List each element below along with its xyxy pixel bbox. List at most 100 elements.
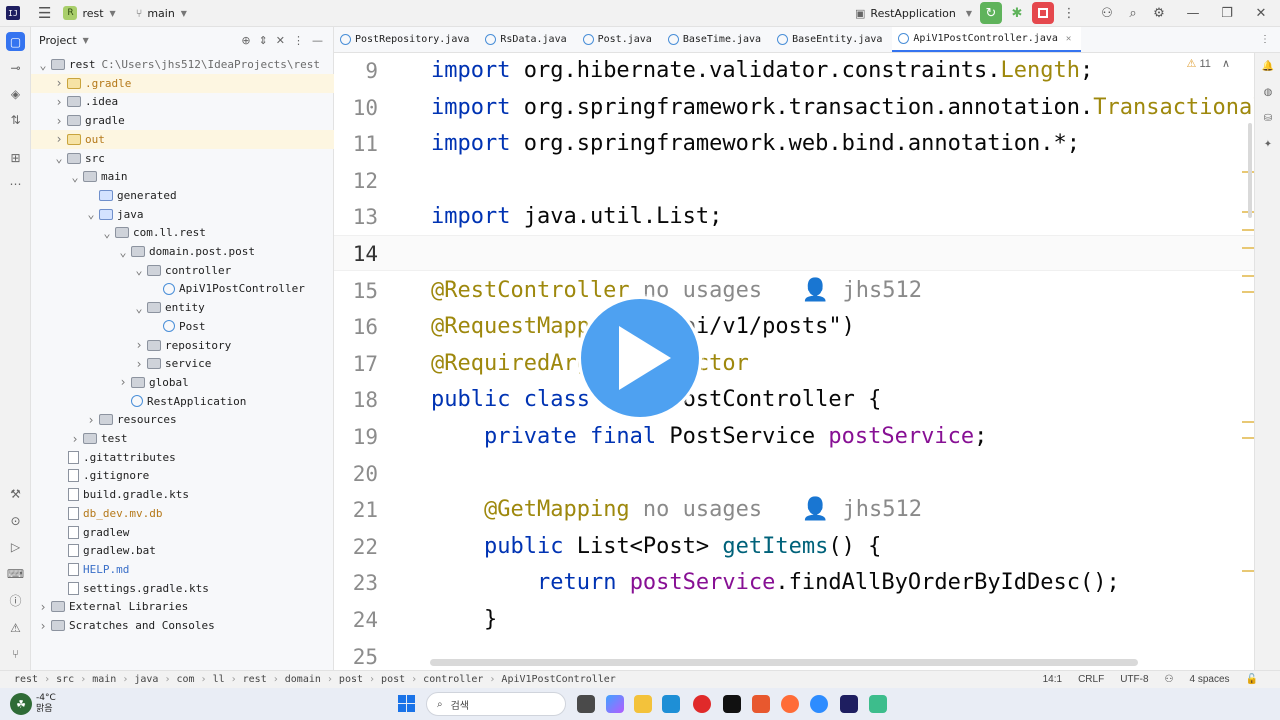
- tree-item[interactable]: › gradle: [31, 111, 334, 130]
- caret-position[interactable]: 14:1: [1043, 674, 1062, 685]
- chevron-down-icon[interactable]: ⌄: [101, 226, 113, 240]
- editor-tab[interactable]: RsData.java: [479, 27, 576, 52]
- git-tool-icon[interactable]: ⑂: [6, 644, 25, 663]
- tree-item[interactable]: build.gradle.kts: [31, 485, 334, 504]
- inspection-widget[interactable]: ⚠ 11 ∧: [1187, 57, 1230, 70]
- app-logo[interactable]: IJ: [0, 0, 26, 27]
- postman-icon[interactable]: [781, 695, 799, 713]
- pull-requests-tool-icon[interactable]: ⇅: [6, 110, 25, 129]
- office-icon[interactable]: [752, 695, 770, 713]
- chevron-right-icon[interactable]: ›: [53, 76, 65, 90]
- notifications-icon[interactable]: 🔔: [1261, 61, 1275, 75]
- file-explorer-icon[interactable]: [634, 695, 652, 713]
- build-tool-icon[interactable]: ⚒: [6, 484, 25, 503]
- tree-item[interactable]: gradlew.bat: [31, 541, 334, 560]
- tree-item[interactable]: .gitignore: [31, 466, 334, 485]
- chevron-down-icon[interactable]: ⌄: [133, 301, 145, 315]
- options-icon[interactable]: ⋮: [293, 34, 304, 47]
- more-tools-icon[interactable]: ⋯: [6, 174, 25, 193]
- tree-item[interactable]: › External Libraries: [31, 597, 334, 616]
- tree-item[interactable]: ⌄ entity: [31, 298, 334, 317]
- tree-item[interactable]: › Scratches and Consoles: [31, 616, 334, 635]
- tree-item[interactable]: ⌄ domain.post.post: [31, 242, 334, 261]
- tree-item[interactable]: › out: [31, 129, 334, 149]
- tree-item[interactable]: settings.gradle.kts: [31, 579, 334, 598]
- plugins-tool-icon[interactable]: ◈: [6, 84, 25, 103]
- notepad-icon[interactable]: [869, 695, 887, 713]
- ai-status-icon[interactable]: ⚇: [1165, 674, 1174, 685]
- tree-item[interactable]: ⌄ rest C:\Users\jhs512\IdeaProjects\rest: [31, 55, 334, 74]
- run-tool-icon[interactable]: ▷: [6, 537, 25, 556]
- chevron-right-icon[interactable]: ›: [85, 413, 97, 427]
- breadcrumb-item[interactable]: src: [56, 674, 74, 685]
- more-tabs-icon[interactable]: ⋮: [1260, 34, 1270, 45]
- minimize-button[interactable]: —: [1182, 2, 1204, 24]
- file-encoding[interactable]: UTF-8: [1120, 674, 1148, 685]
- breadcrumb-item[interactable]: post: [381, 674, 405, 685]
- search-icon[interactable]: ⌕: [1122, 2, 1144, 24]
- tree-item[interactable]: ⌄ controller: [31, 261, 334, 280]
- main-menu-button[interactable]: ☰: [26, 0, 57, 27]
- vertical-scrollbar[interactable]: [1248, 123, 1252, 218]
- restore-button[interactable]: ❐: [1216, 2, 1238, 24]
- tree-item[interactable]: .gitattributes: [31, 448, 334, 467]
- editor-tab[interactable]: BaseEntity.java: [771, 27, 892, 52]
- breadcrumb-item[interactable]: main: [92, 674, 116, 685]
- intellij-taskbar-icon[interactable]: [840, 695, 858, 713]
- breadcrumb-item[interactable]: ApiV1PostController: [501, 674, 615, 685]
- tree-item[interactable]: › global: [31, 373, 334, 392]
- tree-item[interactable]: › test: [31, 429, 334, 448]
- chevron-right-icon[interactable]: ›: [53, 132, 65, 146]
- tree-item[interactable]: RestApplication: [31, 392, 334, 411]
- chevron-down-icon[interactable]: ⌄: [117, 245, 129, 259]
- commit-tool-icon[interactable]: ⊸: [6, 58, 25, 77]
- lock-icon[interactable]: 🔓: [1246, 674, 1258, 685]
- opera-icon[interactable]: [693, 695, 711, 713]
- tree-item[interactable]: db_dev.mv.db: [31, 504, 334, 523]
- breadcrumb-item[interactable]: controller: [423, 674, 483, 685]
- chevron-right-icon[interactable]: ›: [133, 357, 145, 371]
- chevron-right-icon[interactable]: ›: [37, 600, 49, 614]
- editor-tab[interactable]: Post.java: [577, 27, 662, 52]
- add-user-icon[interactable]: ⚇: [1096, 2, 1118, 24]
- chevron-right-icon[interactable]: ›: [133, 338, 145, 352]
- tree-item[interactable]: ⌄ com.ll.rest: [31, 223, 334, 242]
- tree-item[interactable]: ⌄ src: [31, 149, 334, 168]
- tree-item[interactable]: ⌄ java: [31, 205, 334, 224]
- project-tool-icon[interactable]: ▢: [6, 32, 25, 51]
- close-tab-icon[interactable]: ✕: [1066, 34, 1071, 44]
- close-button[interactable]: ✕: [1250, 2, 1272, 24]
- indent-setting[interactable]: 4 spaces: [1190, 674, 1230, 685]
- problems-tool-icon[interactable]: ⓘ: [6, 591, 25, 610]
- collapse-all-icon[interactable]: ✕: [276, 34, 285, 47]
- tree-item[interactable]: generated: [31, 186, 334, 205]
- chevron-down-icon[interactable]: ⌄: [85, 207, 97, 221]
- task-view-icon[interactable]: [577, 695, 595, 713]
- chevron-down-icon[interactable]: ⌄: [37, 58, 49, 72]
- chevron-down-icon[interactable]: ▼: [83, 36, 89, 45]
- gear-icon[interactable]: ⚙: [1148, 2, 1170, 24]
- breadcrumb-item[interactable]: java: [134, 674, 158, 685]
- tree-item[interactable]: › resources: [31, 410, 334, 429]
- tree-item[interactable]: ApiV1PostController: [31, 279, 334, 298]
- line-separator[interactable]: CRLF: [1078, 674, 1104, 685]
- taskbar-search[interactable]: ⌕ 검색: [426, 692, 566, 716]
- project-switcher[interactable]: R rest ▼: [57, 0, 121, 27]
- windows-start-icon[interactable]: [398, 695, 415, 712]
- expand-all-icon[interactable]: ⇕: [259, 34, 268, 47]
- tree-item[interactable]: HELP.md: [31, 560, 334, 579]
- project-panel-title[interactable]: Project: [39, 34, 77, 47]
- chevron-right-icon[interactable]: ›: [53, 114, 65, 128]
- database-tool-icon[interactable]: ⛁: [1261, 113, 1275, 127]
- copilot-icon[interactable]: [606, 695, 624, 713]
- services-tool-icon[interactable]: ⊙: [6, 511, 25, 530]
- tree-item[interactable]: gradlew: [31, 523, 334, 542]
- chevron-right-icon[interactable]: ›: [53, 95, 65, 109]
- tree-item[interactable]: › .gradle: [31, 73, 334, 93]
- run-config-selector[interactable]: ▣ RestApplication ▼: [849, 0, 978, 27]
- chevron-right-icon[interactable]: ›: [37, 619, 49, 633]
- tree-item[interactable]: › repository: [31, 336, 334, 355]
- editor-tab[interactable]: ApiV1PostController.java ✕: [892, 27, 1082, 52]
- tree-item[interactable]: › service: [31, 354, 334, 373]
- weather-widget[interactable]: ☘ -4°C 맑음: [10, 688, 56, 720]
